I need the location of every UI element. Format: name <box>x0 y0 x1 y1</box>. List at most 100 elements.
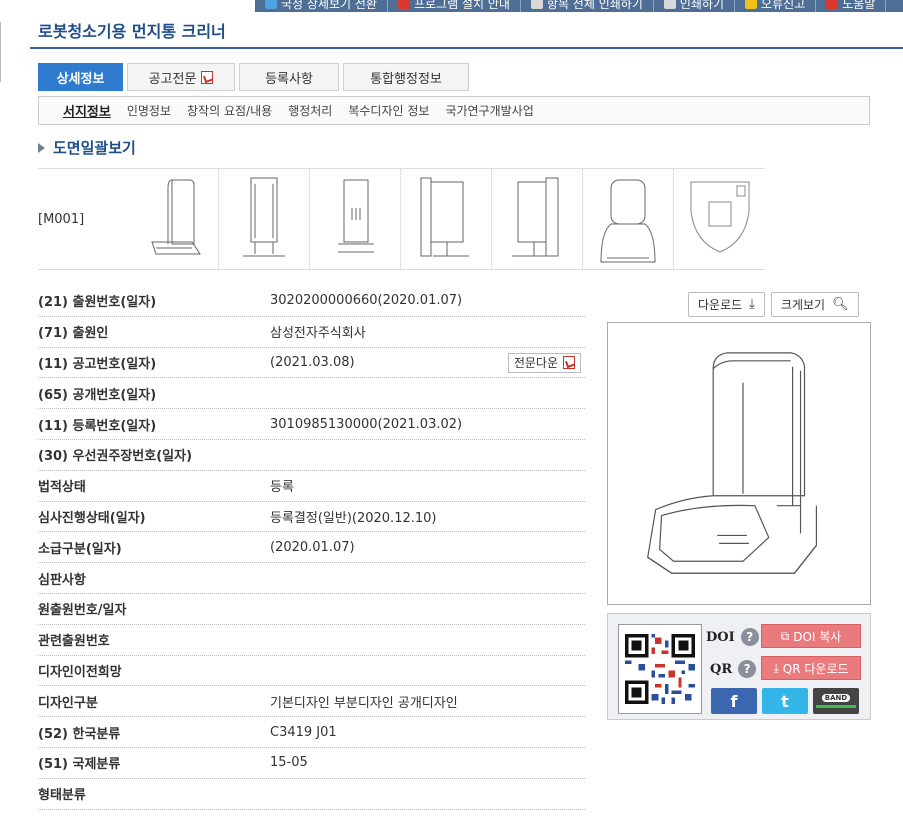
info-label: (30) 우선권주장번호(일자) <box>38 449 193 465</box>
info-label: 심판사항 <box>38 572 86 588</box>
qr-download-button[interactable]: ⤓ QR 다운로드 <box>761 656 861 680</box>
tab-announcement-label: 공고전문 <box>148 71 197 87</box>
doi-label: DOI <box>706 629 735 645</box>
warning-icon <box>745 0 758 9</box>
info-row: 원출원번호/일자 <box>38 594 585 625</box>
download-icon: ⤓ <box>749 297 755 312</box>
printer-icon <box>663 0 676 9</box>
drawing-thumb-1[interactable] <box>128 169 219 269</box>
help-icon <box>826 0 839 9</box>
tab-registration-label: 등록사항 <box>265 71 313 87</box>
title-divider <box>30 47 903 49</box>
printer-icon <box>530 0 543 9</box>
info-value: 등록 <box>270 480 294 496</box>
tab-detail-label: 상세정보 <box>56 71 105 87</box>
info-label: (71) 출원인 <box>38 326 109 342</box>
toolbar-item-5[interactable]: 도움말 <box>816 0 887 12</box>
info-value: (2020.01.07) <box>270 539 355 555</box>
toolbar-item-label: 항목 전체 인쇄하기 <box>546 0 643 11</box>
info-value: 3020200000660(2020.01.07) <box>270 293 463 309</box>
subtab-persons[interactable]: 인명정보 <box>127 102 171 119</box>
info-row: (11) 공고번호(일자) (2021.03.08) 전문다운 <box>38 348 585 379</box>
subtab-bibliographic[interactable]: 서지정보 <box>63 101 111 120</box>
facebook-share-button[interactable]: f <box>711 688 757 714</box>
external-link-icon: ⧉ <box>780 628 790 643</box>
band-icon: BAND <box>821 694 851 702</box>
zoom-button[interactable]: 크게보기 🔍︎ <box>770 292 859 317</box>
drawing-thumb-2[interactable] <box>219 169 310 269</box>
tab-admin-info-label: 통합행정정보 <box>370 71 442 87</box>
info-label: 디자인이전희망 <box>38 664 122 680</box>
triangle-bullet-icon <box>38 142 45 153</box>
info-label: (52) 한국분류 <box>38 726 121 742</box>
image-actions: 다운로드 ⤓ 크게보기 🔍︎ <box>688 292 865 317</box>
sub-tabs: 서지정보 인명정보 창작의 요점/내용 행정처리 복수디자인 정보 국가연구개발… <box>38 96 870 125</box>
info-row: 형태분류 <box>38 779 585 810</box>
info-value: 15-05 <box>270 755 308 771</box>
toolbar-item-3[interactable]: 인쇄하기 <box>654 0 736 12</box>
info-row: 심사진행상태(일자) 등록결정(일반)(2020.12.10) <box>38 502 585 533</box>
tab-detail[interactable]: 상세정보 <box>38 63 123 91</box>
subtab-national-rnd[interactable]: 국가연구개발사업 <box>445 102 533 119</box>
band-share-button[interactable]: BAND <box>813 688 859 714</box>
subtab-multiple-design[interactable]: 복수디자인 정보 <box>348 102 429 119</box>
drawing-thumb-3[interactable] <box>310 169 401 269</box>
help-icon[interactable]: ? <box>738 660 757 678</box>
doi-copy-button[interactable]: ⧉ DOI 복사 <box>761 624 861 648</box>
drawing-code: [M001] <box>38 211 85 227</box>
info-label: 법적상태 <box>38 480 86 496</box>
toolbar-item-1[interactable]: 프로그램 설치 안내 <box>388 0 521 12</box>
subtab-creative-points[interactable]: 창작의 요점/내용 <box>187 102 272 119</box>
drawings-section-title: 도면일괄보기 <box>38 137 136 158</box>
fulltext-download-button[interactable]: 전문다운 <box>507 352 581 373</box>
subtab-admin-process[interactable]: 행정처리 <box>288 102 332 119</box>
twitter-share-button[interactable]: t <box>762 688 808 714</box>
toolbar-item-label: 프로그램 설치 안내 <box>413 0 510 11</box>
drawing-thumb-6[interactable] <box>583 169 674 269</box>
download-icon: ⤓ <box>773 660 779 675</box>
drawing-thumbnails: [M001] <box>38 168 765 270</box>
robot-cleaner-station-drawing <box>647 352 818 574</box>
info-row: (65) 공개번호(일자) <box>38 378 585 410</box>
image-download-button[interactable]: 다운로드 ⤓ <box>688 292 765 317</box>
info-label: (11) 공고번호(일자) <box>38 356 157 372</box>
pdf-icon <box>201 70 214 84</box>
info-row: (11) 등록번호(일자) 3010985130000(2021.03.02) <box>38 409 585 440</box>
help-icon[interactable]: ? <box>740 628 759 646</box>
info-row: (30) 우선권주장번호(일자) <box>38 440 585 471</box>
pdf-icon <box>563 356 575 370</box>
doi-label-group: DOI ? <box>706 628 759 646</box>
toolbar-item-label: 오류신고 <box>761 0 806 11</box>
drawing-thumb-4[interactable] <box>401 169 492 269</box>
info-value: 삼성전자주식회사 <box>270 326 366 342</box>
zoom-label: 크게보기 <box>780 298 826 312</box>
info-row: (21) 출원번호(일자) 3020200000660(2020.01.07) <box>38 286 585 317</box>
tab-announcement[interactable]: 공고전문 <box>127 63 235 91</box>
toolbar-item-label: 도움말 <box>842 0 876 11</box>
info-row: (52) 한국분류 C3419 J01 <box>38 717 585 748</box>
qr-code-icon <box>625 634 695 704</box>
drawing-thumb-7[interactable] <box>674 169 765 269</box>
toolbar-item-4[interactable]: 오류신고 <box>735 0 817 12</box>
bibliographic-info: (21) 출원번호(일자) 3020200000660(2020.01.07) (7… <box>38 286 585 810</box>
info-row: 법적상태 등록 <box>38 471 585 502</box>
twitter-icon: t <box>781 691 789 711</box>
toolbar-item-label: 국정 상세보기 전환 <box>281 0 377 11</box>
info-row: 심판사항 <box>38 563 585 594</box>
band-underline <box>816 705 856 708</box>
design-preview-image[interactable] <box>607 322 871 605</box>
info-label: (51) 국제분류 <box>38 757 121 773</box>
toolbar-item-2[interactable]: 항목 전체 인쇄하기 <box>521 0 654 12</box>
tab-registration[interactable]: 등록사항 <box>239 63 339 91</box>
info-label: 원출원번호/일자 <box>38 603 127 619</box>
drawings-section-label: 도면일괄보기 <box>53 139 136 157</box>
toolbar-item-0[interactable]: 국정 상세보기 전환 <box>255 0 388 12</box>
drawing-thumb-5[interactable] <box>492 169 583 269</box>
doi-copy-label: DOI 복사 <box>793 629 842 644</box>
qr-label-group: QR ? <box>710 660 757 678</box>
tab-admin-info[interactable]: 통합행정정보 <box>343 63 469 91</box>
qr-download-label: QR 다운로드 <box>782 661 849 676</box>
fulltext-download-label: 전문다운 <box>513 356 558 371</box>
info-row: 디자인구분 기본디자인 부분디자인 공개디자인 <box>38 686 585 718</box>
info-value: (2021.03.08) <box>270 354 355 370</box>
